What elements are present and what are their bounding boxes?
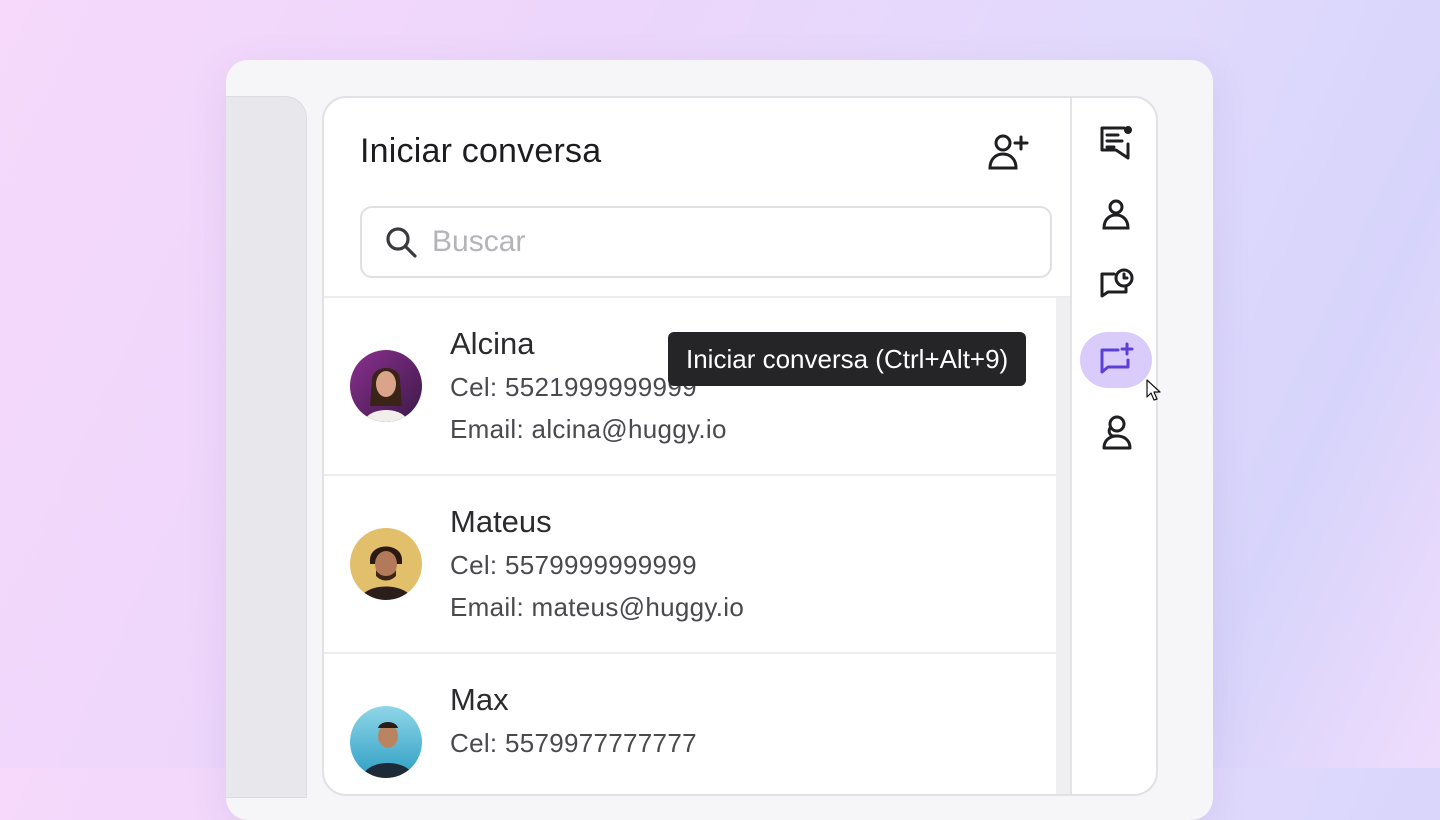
contact-email: Email: alcina@huggy.io xyxy=(450,414,727,444)
new-chat-icon xyxy=(1100,342,1134,374)
scrollbar[interactable] xyxy=(1056,298,1070,794)
left-column xyxy=(226,96,307,798)
rail-button-history[interactable] xyxy=(1080,258,1152,314)
contact-name: Mateus xyxy=(450,504,552,539)
search-icon xyxy=(384,225,418,259)
page-title: Iniciar conversa xyxy=(360,132,602,170)
contact-phone: Cel: 5579977777777 xyxy=(450,728,697,758)
search-box[interactable] xyxy=(360,206,1052,278)
list-item[interactable]: Mateus Cel: 5579999999999 Email: mateus@… xyxy=(324,476,1056,654)
notes-list-icon xyxy=(1100,126,1132,160)
contact-phone: Cel: 5579999999999 xyxy=(450,550,697,580)
chat-clock-icon xyxy=(1100,268,1134,298)
mouse-cursor-icon xyxy=(1146,379,1161,401)
contact-phone: Cel: 5521999999999 xyxy=(450,372,697,402)
contact-name: Alcina xyxy=(450,326,535,361)
agent-support-icon xyxy=(1102,415,1132,450)
tooltip: Iniciar conversa (Ctrl+Alt+9) xyxy=(668,332,1027,386)
contact-user-icon xyxy=(1102,199,1130,230)
rail-button-contact[interactable] xyxy=(1080,186,1152,242)
list-item[interactable]: Max Cel: 5579977777777 xyxy=(324,654,1056,794)
rail-button-agent[interactable] xyxy=(1080,404,1152,460)
contact-name: Max xyxy=(450,682,509,717)
add-contact-button[interactable] xyxy=(984,128,1032,176)
avatar xyxy=(350,528,422,600)
rail-button-notes[interactable] xyxy=(1080,114,1152,170)
rail-button-new-chat[interactable] xyxy=(1080,332,1152,388)
search-input[interactable] xyxy=(430,224,994,260)
rail-divider xyxy=(1070,98,1072,794)
list-item[interactable]: Alcina Cel: 5521999999999 Email: alcina@… xyxy=(324,298,1056,476)
avatar xyxy=(350,350,422,422)
user-plus-icon xyxy=(988,134,1029,170)
avatar xyxy=(350,706,422,778)
start-conversation-panel: Iniciar conversa Buscar Alcina Cel: 5521… xyxy=(322,96,1158,796)
contact-email: Email: mateus@huggy.io xyxy=(450,592,745,622)
